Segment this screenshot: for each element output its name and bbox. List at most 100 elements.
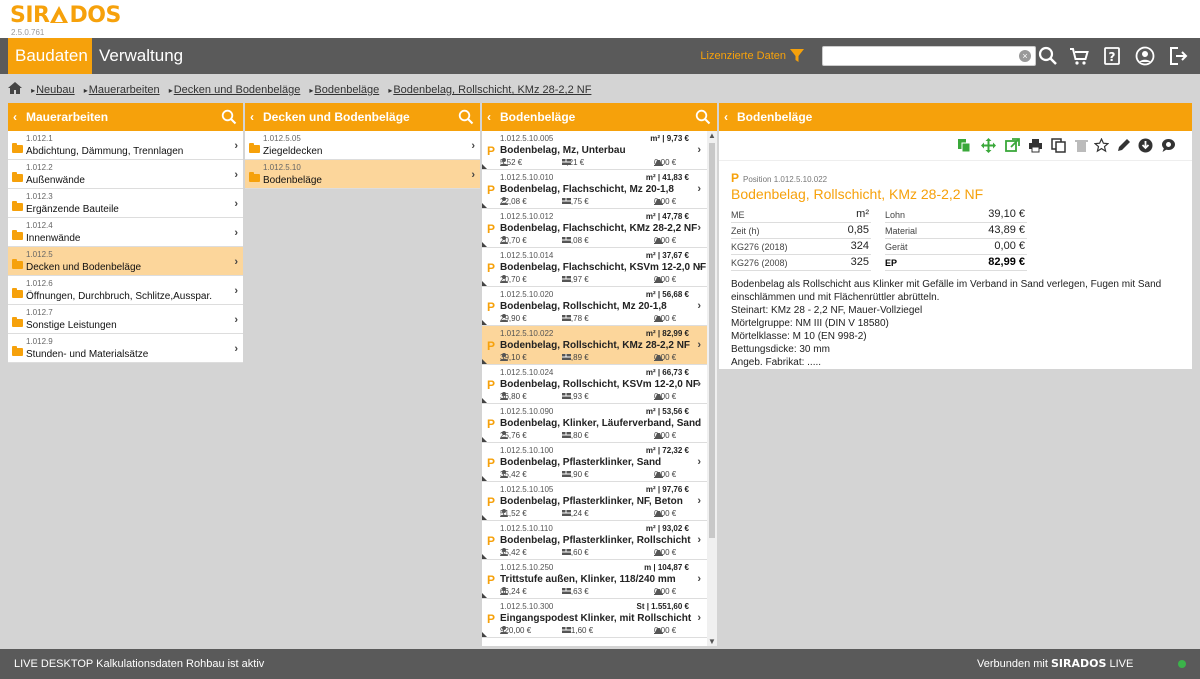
detail-key: Lohn — [885, 210, 906, 220]
breadcrumb-item[interactable]: Bodenbelag, Rollschicht, KMz 28-2,2 NF — [393, 84, 591, 96]
position-item[interactable]: P 1.012.5.10.005 m² | 9,73 € Bodenbelag, Mz… — [482, 131, 707, 170]
detail-panel: ‹ Bodenbeläge P Position 1.012.5.10.022 B… — [719, 103, 1192, 369]
position-item[interactable]: P 1.012.5.10.014 m² | 37,67 € Bodenbelag, F… — [482, 248, 707, 287]
breadcrumb-item[interactable]: Mauerarbeiten — [89, 84, 160, 96]
folder-item[interactable]: 1.012.3 Ergänzende Bauteile › — [8, 189, 243, 218]
position-item[interactable]: P 1.012.5.10.250 m | 104,87 € Trittstufe au… — [482, 560, 707, 599]
detail-key: Material — [885, 226, 918, 236]
search-field[interactable]: × — [822, 46, 1036, 66]
chevron-right-icon: › — [697, 339, 701, 351]
corner-marker-icon — [482, 632, 487, 637]
breadcrumb-item[interactable]: Neubau — [36, 84, 75, 96]
folder-item[interactable]: 1.012.9 Stunden- und Materialsätze › — [8, 334, 243, 363]
position-item[interactable]: P 1.012.5.10.024 m² | 66,73 € Bodenbelag, R… — [482, 365, 707, 404]
search-icon[interactable] — [1038, 46, 1058, 66]
detail-value: 39,10 € — [988, 208, 1025, 220]
position-item[interactable]: P 1.012.5.10.022 m² | 82,99 € Bodenbelag, R… — [482, 326, 707, 365]
delete-icon[interactable] — [1074, 138, 1089, 153]
position-number: 1.012.5.10.012 — [500, 212, 554, 221]
search-icon[interactable] — [695, 109, 711, 125]
sirados-logo[interactable]: SIR DOS — [10, 5, 121, 27]
unit-price: m² | 72,32 € — [645, 446, 689, 455]
corner-marker-icon — [482, 203, 487, 208]
licensed-data-filter[interactable]: Lizenzierte Daten — [700, 38, 786, 74]
position-icon: P — [487, 261, 496, 275]
back-chevron-icon[interactable]: ‹ — [250, 103, 254, 131]
search-icon[interactable] — [221, 109, 237, 125]
cost-geraet: 0,00 € — [654, 431, 677, 440]
download-icon[interactable] — [1138, 138, 1153, 153]
position-label: Bodenbelag, Pflasterklinker, Sand — [500, 457, 662, 468]
cost-mat: 29,93 € — [562, 392, 589, 401]
position-item[interactable]: P 1.012.5.10.010 m² | 41,83 € Bodenbelag, F… — [482, 170, 707, 209]
folder-item[interactable]: 1.012.6 Öffnungen, Durchbruch, Schlitze,A… — [8, 276, 243, 305]
clear-search-icon[interactable]: × — [1019, 50, 1031, 62]
logout-icon[interactable] — [1168, 46, 1188, 66]
scrollbar[interactable]: ▲ ▼ — [707, 131, 717, 646]
cost-mat: 19,75 € — [562, 197, 589, 206]
position-item[interactable]: P 1.012.5.10.105 m² | 97,76 € Bodenbelag, P… — [482, 482, 707, 521]
labor-icon — [500, 158, 508, 166]
cart-icon[interactable] — [1069, 46, 1089, 66]
material-icon — [562, 587, 571, 594]
copy-to-icon[interactable] — [957, 138, 972, 153]
folder-icon — [12, 288, 23, 298]
folder-item[interactable]: 1.012.5.10 Bodenbeläge › — [245, 160, 480, 189]
cost-geraet: 0,00 € — [654, 392, 677, 401]
labor-icon — [500, 275, 508, 283]
back-chevron-icon[interactable]: ‹ — [487, 103, 491, 131]
position-item[interactable]: P 1.012.5.10.110 m² | 93,02 € Bodenbelag, P… — [482, 521, 707, 560]
position-number: 1.012.5.10.010 — [500, 173, 554, 182]
scrollbar-thumb[interactable] — [709, 143, 715, 538]
column-title: Decken und Bodenbeläge — [263, 110, 410, 124]
tab-verwaltung[interactable]: Verwaltung — [92, 38, 190, 74]
edit-icon[interactable] — [1116, 138, 1131, 153]
chevron-right-icon: › — [234, 198, 238, 210]
position-description: Bodenbelag als Rollschicht aus Klinker m… — [731, 278, 1186, 369]
cost-geraet: 0,00 € — [654, 275, 677, 284]
user-icon[interactable] — [1135, 46, 1155, 66]
position-item[interactable]: P 1.012.5.10.090 m² | 53,56 € Bodenbelag, K… — [482, 404, 707, 443]
folder-item[interactable]: 1.012.7 Sonstige Leistungen › — [8, 305, 243, 334]
position-number: 1.012.5.10.090 — [500, 407, 554, 416]
search-icon[interactable] — [458, 109, 474, 125]
position-label: Position — [743, 175, 772, 184]
position-label: Bodenbelag, Pflasterklinker, Rollschicht — [500, 535, 691, 546]
material-icon — [562, 470, 571, 477]
detail-body: P Position 1.012.5.10.022 Bodenbelag, Rol… — [719, 161, 1192, 212]
position-item[interactable]: P 1.012.5.10.012 m² | 47,78 € Bodenbelag, F… — [482, 209, 707, 248]
equipment-icon — [654, 548, 663, 556]
item-label: Sonstige Leistungen — [26, 320, 117, 331]
comment-icon[interactable] — [1161, 138, 1176, 153]
scroll-down-icon[interactable]: ▼ — [708, 637, 716, 646]
filter-icon[interactable] — [789, 48, 805, 64]
chevron-right-icon: › — [697, 183, 701, 195]
external-link-icon[interactable] — [1005, 138, 1020, 153]
back-chevron-icon[interactable]: ‹ — [13, 103, 17, 131]
item-number: 1.012.6 — [26, 279, 53, 288]
folder-item[interactable]: 1.012.4 Innenwände › — [8, 218, 243, 247]
back-chevron-icon[interactable]: ‹ — [724, 103, 728, 131]
move-icon[interactable] — [981, 138, 996, 153]
unit-price: m² | 53,56 € — [645, 407, 689, 416]
duplicate-icon[interactable] — [1051, 138, 1066, 153]
position-item[interactable]: P 1.012.5.10.300 St | 1.551,60 € Eingangspo… — [482, 599, 707, 638]
breadcrumb-item[interactable]: Decken und Bodenbeläge — [174, 84, 301, 96]
position-item[interactable]: P 1.012.5.10.100 m² | 72,32 € Bodenbelag, P… — [482, 443, 707, 482]
folder-item[interactable]: 1.012.2 Außenwände › — [8, 160, 243, 189]
folder-item[interactable]: 1.012.5 Decken und Bodenbeläge › — [8, 247, 243, 276]
tab-baudaten[interactable]: Baudaten — [8, 38, 92, 74]
search-input[interactable] — [827, 47, 1017, 65]
description-line: Bodenbelag als Rollschicht aus Klinker m… — [731, 279, 1162, 290]
print-icon[interactable] — [1028, 138, 1043, 153]
star-icon[interactable] — [1094, 138, 1109, 153]
folder-item[interactable]: 1.012.5.05 Ziegeldecken › — [245, 131, 480, 160]
folder-item[interactable]: 1.012.1 Abdichtung, Dämmung, Trennlagen › — [8, 131, 243, 160]
item-number: 1.012.2 — [26, 163, 53, 172]
help-icon[interactable]: ? — [1103, 46, 1123, 66]
scroll-up-icon[interactable]: ▲ — [708, 131, 716, 140]
description-line: Mörtelgruppe: NM III (DIN V 18580) — [731, 318, 889, 329]
breadcrumb-item[interactable]: Bodenbeläge — [314, 84, 379, 96]
position-item[interactable]: P 1.012.5.10.020 m² | 56,68 € Bodenbelag, R… — [482, 287, 707, 326]
home-icon[interactable] — [8, 82, 22, 94]
